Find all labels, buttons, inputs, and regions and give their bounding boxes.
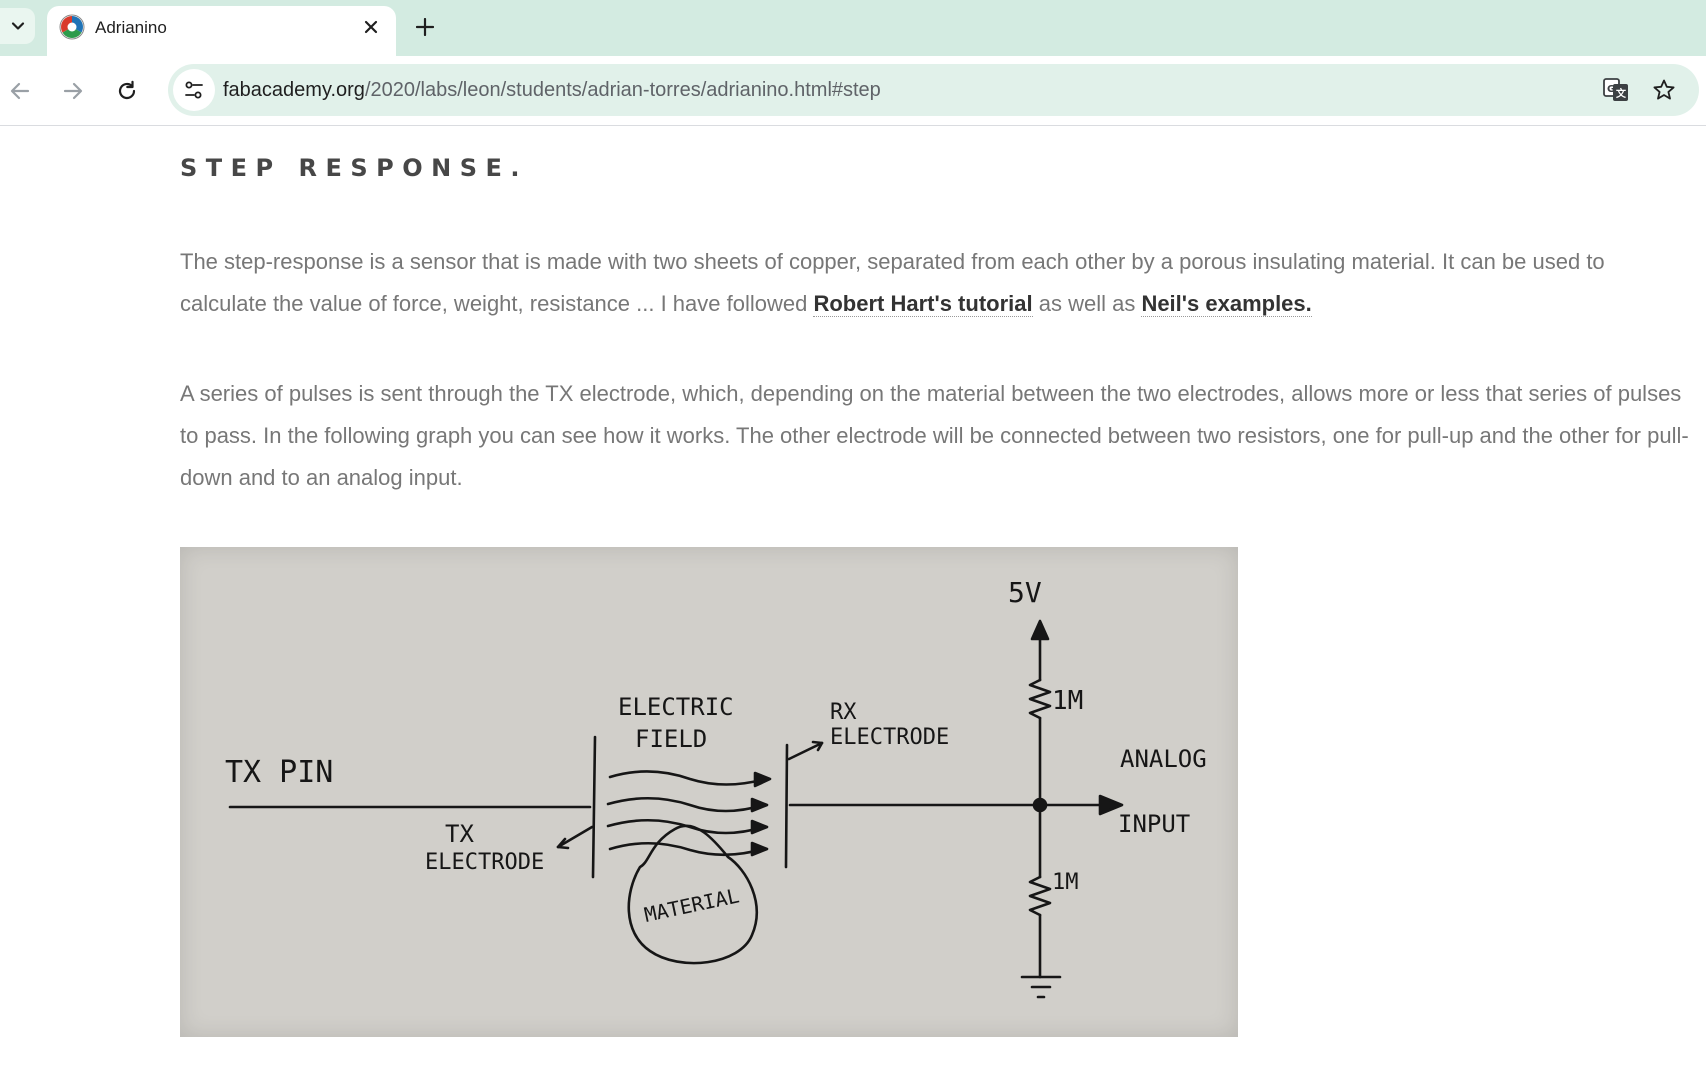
star-icon — [1653, 79, 1675, 100]
svg-text:G: G — [1607, 84, 1615, 95]
label-rx-electrode-2: ELECTRODE — [830, 725, 949, 750]
robert-hart-tutorial-link[interactable]: Robert Hart's tutorial — [813, 291, 1033, 317]
forward-button[interactable] — [55, 73, 91, 109]
intro-paragraph: The step-response is a sensor that is ma… — [180, 241, 1690, 325]
url-path: /2020/labs/leon/students/adrian-torres/a… — [364, 79, 881, 101]
diagram-drawing: TX PIN TX ELECTRODE ELECTRIC FIELD RX EL… — [225, 576, 1207, 999]
label-tx-pin: TX PIN — [225, 755, 333, 790]
browser-toolbar: fabacademy.org/2020/labs/leon/students/a… — [0, 56, 1706, 126]
rx-electrode-pointer — [787, 741, 824, 761]
resistor-top — [1028, 678, 1052, 720]
section-title: STEP RESPONSE. — [180, 154, 529, 182]
label-electric-field-1: ELECTRIC — [618, 693, 734, 721]
reload-button[interactable] — [109, 73, 145, 109]
label-tx-electrode-2: ELECTRODE — [425, 850, 544, 875]
rx-electrode-plate — [784, 743, 789, 869]
tab-title: Adrianino — [95, 18, 167, 37]
field-line-4 — [608, 841, 765, 857]
svg-text:文: 文 — [1616, 87, 1627, 100]
intro-text-middle: as well as — [1032, 291, 1142, 316]
field-line-2 — [606, 796, 765, 813]
close-icon — [364, 20, 378, 34]
page-content: STEP RESPONSE. The step-response is a se… — [0, 127, 1706, 1081]
ground-symbol — [1020, 975, 1062, 999]
label-rx-electrode-1: RX — [830, 700, 857, 725]
junction-dot — [1032, 797, 1048, 813]
translate-icon: G 文 — [1603, 78, 1628, 101]
reload-icon — [118, 80, 136, 100]
label-analog: ANALOG — [1120, 745, 1207, 773]
bookmark-button[interactable] — [1648, 74, 1680, 106]
arrow-left-icon — [10, 82, 30, 100]
label-electric-field-2: FIELD — [635, 725, 707, 753]
label-material: MATERIAL — [642, 883, 741, 927]
tab-strip: Adrianino — [0, 0, 1706, 56]
url-text[interactable]: fabacademy.org/2020/labs/leon/students/a… — [223, 79, 881, 102]
new-tab-button[interactable] — [410, 12, 440, 42]
tab-close-button[interactable] — [358, 14, 384, 40]
tx-electrode-plate — [591, 735, 597, 879]
field-line-1 — [608, 770, 767, 786]
back-button[interactable] — [2, 73, 38, 109]
neils-examples-link[interactable]: Neil's examples. — [1141, 291, 1312, 317]
site-info-button[interactable] — [173, 69, 215, 111]
explanation-paragraph: A series of pulses is sent through the T… — [180, 381, 1689, 490]
translate-button[interactable]: G 文 — [1600, 74, 1632, 106]
chevron-down-icon — [11, 22, 24, 30]
label-tx-electrode-1: TX — [445, 820, 474, 848]
label-resistor-bottom: 1M — [1052, 870, 1079, 895]
fab-lab-favicon-icon — [59, 14, 85, 40]
browser-tab[interactable]: Adrianino — [47, 6, 396, 56]
label-5v: 5V — [1008, 576, 1042, 609]
url-host: fabacademy.org — [223, 79, 365, 101]
arrow-right-icon — [63, 82, 83, 100]
address-bar[interactable]: fabacademy.org/2020/labs/leon/students/a… — [168, 64, 1699, 116]
plus-icon — [416, 18, 434, 36]
label-resistor-top: 1M — [1052, 686, 1083, 716]
step-response-diagram: TX PIN TX ELECTRODE ELECTRIC FIELD RX EL… — [180, 547, 1238, 1037]
tune-icon — [185, 81, 203, 99]
tab-search-button[interactable] — [0, 8, 35, 44]
label-input: INPUT — [1118, 810, 1190, 838]
resistor-bottom — [1028, 875, 1052, 917]
tx-electrode-pointer — [556, 825, 594, 849]
